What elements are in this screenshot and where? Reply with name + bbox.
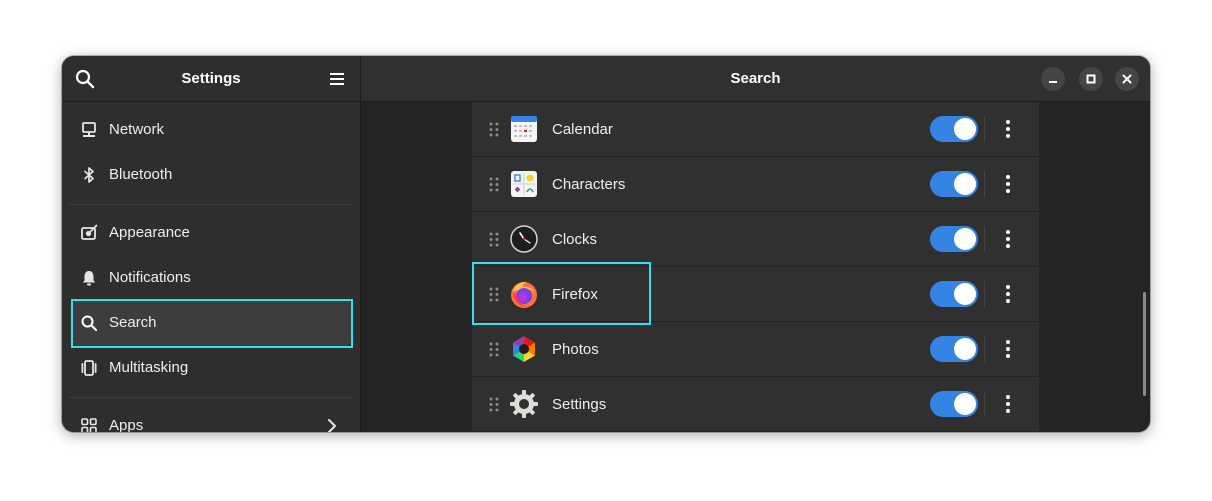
app-label: Clocks	[552, 231, 598, 248]
toggle-knob	[954, 393, 976, 415]
multitasking-icon	[81, 360, 97, 376]
characters-toggle[interactable]	[930, 171, 978, 197]
divider	[984, 336, 985, 362]
divider	[984, 281, 985, 307]
settings-gear-icon	[510, 390, 538, 418]
drag-handle-icon[interactable]	[488, 121, 500, 138]
sidebar-item-multitasking[interactable]: Multitasking	[72, 345, 351, 391]
main-header: Search	[361, 56, 1150, 102]
firefox-icon	[511, 281, 537, 308]
sidebar-item-label: Network	[109, 121, 165, 138]
sidebar-item-label: Bluetooth	[109, 166, 173, 183]
list-item-settings: Settings	[472, 377, 1039, 432]
divider	[984, 391, 985, 417]
network-icon	[82, 122, 96, 137]
kebab-menu-icon[interactable]	[999, 118, 1017, 140]
toggle-knob	[954, 283, 976, 305]
sidebar-item-apps[interactable]: Apps	[72, 403, 351, 432]
kebab-menu-icon[interactable]	[999, 338, 1017, 360]
search-providers-list: Calendar Characters Clocks Firefox Photo…	[472, 102, 1039, 432]
kebab-menu-icon[interactable]	[999, 228, 1017, 250]
list-item-characters: Characters	[472, 157, 1039, 212]
list-item-clocks: Clocks	[472, 212, 1039, 267]
page-title: Search	[730, 70, 781, 87]
sidebar-header: Settings	[62, 56, 360, 102]
appearance-icon	[81, 224, 98, 240]
app-label: Photos	[552, 341, 599, 358]
divider	[984, 171, 985, 197]
clocks-icon	[510, 225, 538, 253]
sidebar-item-search[interactable]: Search	[72, 300, 351, 346]
close-icon	[1122, 74, 1132, 84]
list-item-photos: Photos	[472, 322, 1039, 377]
kebab-menu-icon[interactable]	[999, 393, 1017, 415]
bluetooth-icon	[83, 167, 94, 183]
sidebar-item-label: Search	[109, 314, 157, 331]
main-content: Calendar Characters Clocks Firefox Photo…	[361, 102, 1150, 432]
sidebar-separator	[68, 397, 354, 398]
drag-handle-icon[interactable]	[488, 176, 500, 193]
divider	[984, 116, 985, 142]
calendar-icon	[511, 116, 537, 142]
drag-handle-icon[interactable]	[488, 396, 500, 413]
hamburger-menu-icon	[330, 73, 344, 85]
close-button[interactable]	[1115, 67, 1139, 91]
divider	[984, 226, 985, 252]
photos-toggle[interactable]	[930, 336, 978, 362]
sidebar: Settings Network Bluetooth Appearance No…	[62, 56, 361, 432]
search-icon	[75, 69, 95, 89]
characters-icon	[511, 171, 537, 197]
sidebar-item-label: Appearance	[109, 224, 190, 241]
sidebar-item-label: Apps	[109, 417, 144, 432]
maximize-button[interactable]	[1079, 67, 1103, 91]
clocks-toggle[interactable]	[930, 226, 978, 252]
drag-handle-icon[interactable]	[488, 286, 500, 303]
sidebar-item-network[interactable]: Network	[72, 107, 351, 153]
list-item-calendar: Calendar	[472, 102, 1039, 157]
minimize-icon	[1049, 81, 1057, 83]
photos-icon	[513, 336, 535, 362]
bell-icon	[82, 271, 96, 286]
settings-toggle[interactable]	[930, 391, 978, 417]
settings-window: Settings Network Bluetooth Appearance No…	[62, 56, 1150, 432]
maximize-icon	[1086, 74, 1096, 84]
main-menu-button[interactable]	[326, 68, 348, 90]
list-item-firefox: Firefox	[472, 267, 1039, 322]
sidebar-title: Settings	[181, 70, 241, 87]
drag-handle-icon[interactable]	[488, 231, 500, 248]
sidebar-item-appearance[interactable]: Appearance	[72, 210, 351, 256]
search-icon	[81, 315, 98, 332]
app-label: Settings	[552, 396, 607, 413]
drag-handle-icon[interactable]	[488, 341, 500, 358]
chevron-right-icon	[328, 419, 336, 432]
app-label: Firefox	[552, 286, 598, 303]
kebab-menu-icon[interactable]	[999, 173, 1017, 195]
sidebar-item-notifications[interactable]: Notifications	[72, 255, 351, 301]
firefox-toggle[interactable]	[930, 281, 978, 307]
kebab-menu-icon[interactable]	[999, 283, 1017, 305]
app-label: Calendar	[552, 121, 613, 138]
sidebar-separator	[68, 204, 354, 205]
toggle-knob	[954, 173, 976, 195]
toggle-knob	[954, 228, 976, 250]
app-label: Characters	[552, 176, 626, 193]
apps-grid-icon	[81, 418, 97, 432]
sidebar-item-bluetooth[interactable]: Bluetooth	[72, 152, 351, 198]
sidebar-item-label: Multitasking	[109, 359, 189, 376]
toggle-knob	[954, 118, 976, 140]
toggle-knob	[954, 338, 976, 360]
calendar-toggle[interactable]	[930, 116, 978, 142]
sidebar-search-button[interactable]	[74, 68, 96, 90]
sidebar-item-label: Notifications	[109, 269, 191, 286]
scrollbar[interactable]	[1143, 292, 1146, 396]
minimize-button[interactable]	[1041, 67, 1065, 91]
